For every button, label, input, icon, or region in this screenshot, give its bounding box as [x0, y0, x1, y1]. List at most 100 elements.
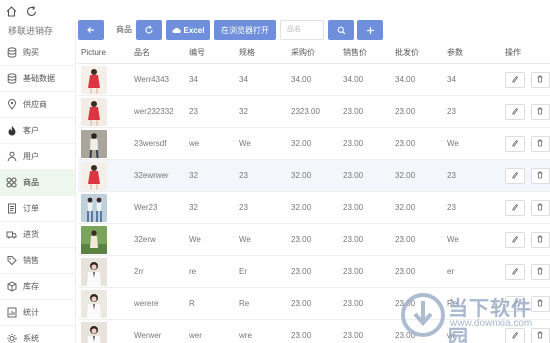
product-thumbnail — [81, 289, 107, 318]
watermark-url: www.downxia.com — [450, 318, 533, 329]
sidebar-item[interactable]: 统计 — [0, 300, 75, 326]
home-icon[interactable] — [4, 4, 18, 18]
sidebar-item-label: 系统 — [23, 334, 39, 343]
cell-wholesale-price: 23.00 — [395, 107, 416, 116]
cell-code: re — [189, 267, 197, 276]
reload-icon[interactable] — [24, 4, 38, 18]
product-thumbnail — [81, 129, 107, 158]
add-button[interactable] — [357, 20, 383, 40]
downxia-logo-icon — [401, 293, 445, 337]
cell-sale-price: 34.00 — [343, 75, 364, 84]
edit-button[interactable] — [505, 71, 525, 88]
delete-button[interactable] — [530, 71, 550, 88]
sidebar-item-label: 库存 — [23, 282, 39, 291]
sidebar-item[interactable]: 销售 — [0, 248, 75, 274]
sidebar-item[interactable]: 客户 — [0, 118, 75, 144]
cell-spec: Re — [239, 299, 250, 308]
edit-button[interactable] — [505, 167, 525, 184]
sidebar-item[interactable]: 订单 — [0, 196, 75, 222]
cell-picture — [78, 225, 134, 254]
cell-params: We — [447, 139, 459, 148]
cell-purchase-price: 2323.00 — [291, 107, 320, 116]
cell-name: 23wersdf — [134, 139, 167, 148]
sidebar-item[interactable]: 用户 — [0, 144, 75, 170]
sidebar-list: 购买 基础数据供应商客户 用户 商品 订单进货销售库存统计系统 — [0, 40, 75, 343]
search-input[interactable]: 品名 — [280, 20, 324, 40]
edit-button[interactable] — [505, 103, 525, 120]
cell-actions — [505, 231, 550, 248]
cell-purchase-price: 34.00 — [291, 75, 312, 84]
sidebar-item[interactable]: 进货 — [0, 222, 75, 248]
product-thumbnail — [81, 161, 107, 190]
trash-icon — [536, 171, 544, 181]
search-button[interactable] — [328, 20, 354, 40]
table-header: Picture 品名 编号 规格 采购价 销售价 批发价 参数 操作 — [78, 42, 550, 64]
cell-code: wer — [189, 331, 202, 340]
cell-spec: 34 — [239, 75, 248, 84]
col-spec: 规格 — [239, 48, 255, 57]
cell-spec: 32 — [239, 107, 248, 116]
trash-icon — [536, 203, 544, 213]
cell-sale-price: 23.00 — [343, 171, 364, 180]
app-title: 移联进销存 — [8, 26, 54, 36]
cell-purchase-price: 32.00 — [291, 139, 312, 148]
sidebar-item-label: 进货 — [23, 230, 39, 239]
sidebar-item-label: 供应商 — [23, 100, 47, 109]
refresh-icon — [145, 25, 153, 34]
cell-name: 32erw — [134, 235, 156, 244]
back-button[interactable] — [78, 20, 104, 40]
sidebar-item[interactable]: 库存 — [0, 274, 75, 300]
cell-code: R — [189, 299, 195, 308]
cell-sale-price: 23.00 — [343, 235, 364, 244]
sidebar-item[interactable]: 供应商 — [0, 92, 75, 118]
excel-button[interactable]: Excel — [166, 20, 210, 40]
cell-wholesale-price: 23.00 — [395, 139, 416, 148]
cell-picture — [78, 97, 134, 126]
edit-button[interactable] — [505, 199, 525, 216]
sidebar-item[interactable]: 购买 — [0, 40, 75, 66]
table-row[interactable]: 32ewrwer 32 23 32.00 23.00 32.00 23 — [78, 160, 550, 192]
table-row[interactable]: Werr4343 34 34 34.00 34.00 34.00 34 — [78, 64, 550, 96]
cell-picture — [78, 129, 134, 158]
toolbar: 商品 Excel 在浏览器打开 品名 — [78, 18, 550, 42]
table-row[interactable]: 23wersdf we We 32.00 23.00 23.00 We — [78, 128, 550, 160]
table-row[interactable]: 32erw We We 23.00 23.00 23.00 We — [78, 224, 550, 256]
cell-sale-price: 23.00 — [343, 331, 364, 340]
cell-wholesale-price: 32.00 — [395, 171, 416, 180]
location-icon — [6, 99, 17, 110]
table-row[interactable]: Wer23 32 23 32.00 23.00 32.00 23 — [78, 192, 550, 224]
edit-icon — [511, 203, 519, 213]
edit-button[interactable] — [505, 263, 525, 280]
sidebar-item[interactable]: 系统 — [0, 326, 75, 343]
cell-wholesale-price: 34.00 — [395, 75, 416, 84]
person-icon — [6, 151, 17, 162]
open-browser-button[interactable]: 在浏览器打开 — [214, 20, 276, 40]
cell-actions — [505, 103, 550, 120]
cell-code: 34 — [189, 75, 198, 84]
cell-spec: We — [239, 235, 251, 244]
sidebar-item[interactable]: 基础数据 — [0, 66, 75, 92]
edit-button[interactable] — [505, 231, 525, 248]
delete-button[interactable] — [530, 103, 550, 120]
delete-button[interactable] — [530, 199, 550, 216]
table-row[interactable]: 2rr re Er 23.00 23.00 23.00 er — [78, 256, 550, 288]
delete-button[interactable] — [530, 263, 550, 280]
sidebar-item[interactable]: 商品 — [0, 170, 75, 196]
cell-purchase-price: 32.00 — [291, 203, 312, 212]
trash-icon — [536, 235, 544, 245]
cell-picture — [78, 289, 134, 318]
table-row[interactable]: wer232332 23 32 2323.00 23.00 23.00 23 — [78, 96, 550, 128]
edit-icon — [511, 139, 519, 149]
refresh-button[interactable] — [136, 20, 162, 40]
cell-params: er — [447, 267, 455, 276]
cell-code: 32 — [189, 203, 198, 212]
col-picture: Picture — [81, 48, 106, 57]
delete-button[interactable] — [530, 167, 550, 184]
edit-button[interactable] — [505, 135, 525, 152]
cell-code: 23 — [189, 107, 198, 116]
delete-button[interactable] — [530, 231, 550, 248]
cell-purchase-price: 23.00 — [291, 299, 312, 308]
cell-sale-price: 23.00 — [343, 107, 364, 116]
cell-spec: We — [239, 139, 251, 148]
delete-button[interactable] — [530, 135, 550, 152]
